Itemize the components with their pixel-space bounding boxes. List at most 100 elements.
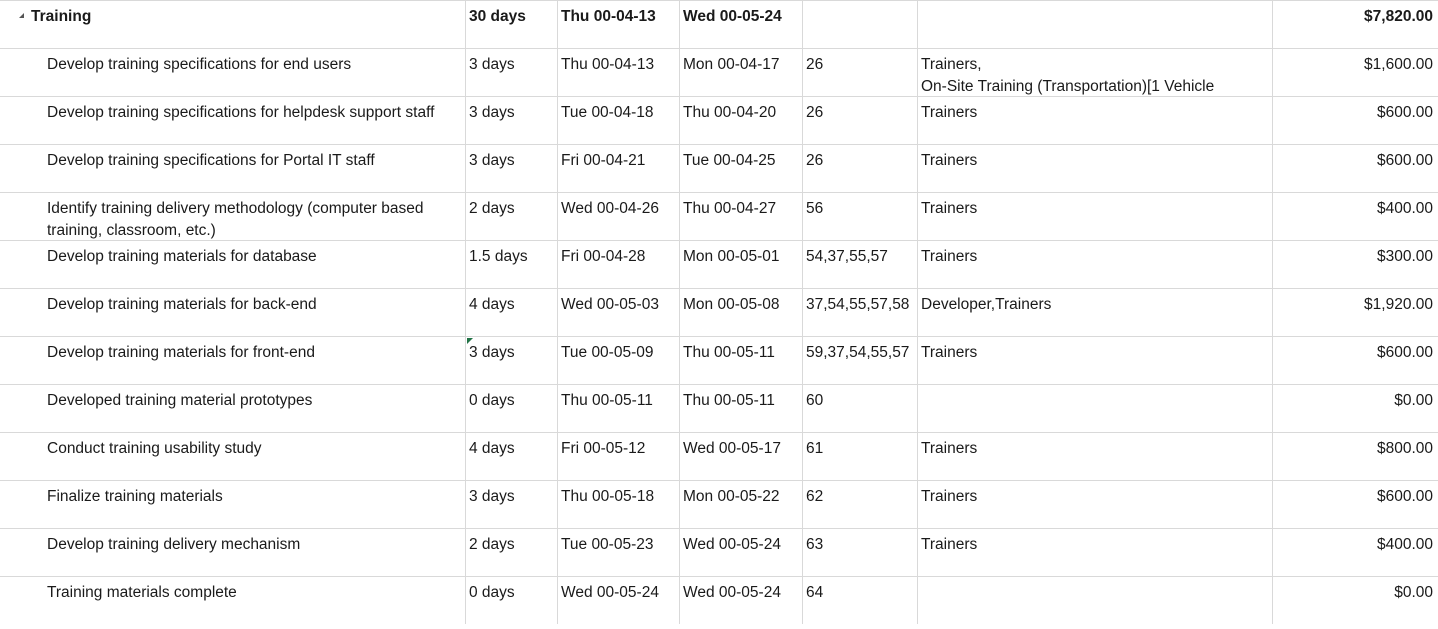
finish-cell[interactable]: Thu 00-04-20 bbox=[679, 97, 802, 144]
task-name-cell[interactable]: Develop training specifications for help… bbox=[0, 97, 465, 144]
finish-cell[interactable]: Wed 00-05-24 bbox=[679, 577, 802, 624]
resource-names-cell[interactable]: Trainers bbox=[917, 241, 1272, 288]
task-row[interactable]: Develop training materials for database 1… bbox=[0, 240, 1438, 288]
predecessors-cell[interactable]: 60 bbox=[802, 385, 917, 432]
cost-cell[interactable]: $800.00 bbox=[1272, 433, 1438, 480]
resource-names-cell[interactable]: Developer,Trainers bbox=[917, 289, 1272, 336]
predecessors-cell[interactable]: 26 bbox=[802, 97, 917, 144]
task-row[interactable]: Develop training materials for front-end… bbox=[0, 336, 1438, 384]
resource-names-cell[interactable]: Trainers bbox=[917, 97, 1272, 144]
task-row[interactable]: Develop training specifications for end … bbox=[0, 48, 1438, 96]
cost-cell[interactable]: $400.00 bbox=[1272, 193, 1438, 240]
task-row[interactable]: Developed training material prototypes 0 … bbox=[0, 384, 1438, 432]
predecessors-cell[interactable]: 54,37,55,57 bbox=[802, 241, 917, 288]
duration-cell[interactable]: 4 days bbox=[465, 433, 557, 480]
start-cell[interactable]: Thu 00-04-13 bbox=[557, 1, 679, 48]
task-name-cell[interactable]: Develop training delivery mechanism bbox=[0, 529, 465, 576]
start-cell[interactable]: Wed 00-04-26 bbox=[557, 193, 679, 240]
start-cell[interactable]: Tue 00-05-23 bbox=[557, 529, 679, 576]
resource-names-cell[interactable] bbox=[917, 1, 1272, 48]
duration-cell[interactable]: 3 days bbox=[465, 337, 557, 384]
duration-cell[interactable]: 0 days bbox=[465, 385, 557, 432]
predecessors-cell[interactable]: 59,37,54,55,57 bbox=[802, 337, 917, 384]
duration-cell[interactable]: 3 days bbox=[465, 97, 557, 144]
predecessors-cell[interactable]: 37,54,55,57,58 bbox=[802, 289, 917, 336]
resource-names-cell[interactable] bbox=[917, 577, 1272, 624]
finish-cell[interactable]: Wed 00-05-24 bbox=[679, 1, 802, 48]
task-name-cell[interactable]: Training materials complete bbox=[0, 577, 465, 624]
finish-cell[interactable]: Mon 00-05-01 bbox=[679, 241, 802, 288]
start-cell[interactable]: Thu 00-04-13 bbox=[557, 49, 679, 96]
collapse-triangle-icon[interactable] bbox=[19, 13, 24, 18]
start-cell[interactable]: Wed 00-05-03 bbox=[557, 289, 679, 336]
resource-names-cell[interactable]: Trainers bbox=[917, 193, 1272, 240]
predecessors-cell[interactable]: 62 bbox=[802, 481, 917, 528]
finish-cell[interactable]: Mon 00-05-08 bbox=[679, 289, 802, 336]
duration-cell[interactable]: 2 days bbox=[465, 193, 557, 240]
predecessors-cell[interactable]: 64 bbox=[802, 577, 917, 624]
task-name-cell[interactable]: Developed training material prototypes bbox=[0, 385, 465, 432]
start-cell[interactable]: Wed 00-05-24 bbox=[557, 577, 679, 624]
start-cell[interactable]: Fri 00-04-21 bbox=[557, 145, 679, 192]
cost-cell[interactable]: $0.00 bbox=[1272, 577, 1438, 624]
start-cell[interactable]: Tue 00-05-09 bbox=[557, 337, 679, 384]
task-name-cell[interactable]: Develop training materials for back-end bbox=[0, 289, 465, 336]
resource-names-cell[interactable]: Trainers bbox=[917, 337, 1272, 384]
finish-cell[interactable]: Thu 00-04-27 bbox=[679, 193, 802, 240]
task-row[interactable]: Conduct training usability study 4 days Fr… bbox=[0, 432, 1438, 480]
predecessors-cell[interactable]: 63 bbox=[802, 529, 917, 576]
predecessors-cell[interactable]: 61 bbox=[802, 433, 917, 480]
predecessors-cell[interactable]: 26 bbox=[802, 145, 917, 192]
task-row[interactable]: Identify training delivery methodology (… bbox=[0, 192, 1438, 240]
task-row[interactable]: Develop training specifications for help… bbox=[0, 96, 1438, 144]
predecessors-cell[interactable]: 56 bbox=[802, 193, 917, 240]
duration-cell[interactable]: 3 days bbox=[465, 145, 557, 192]
cost-cell[interactable]: $7,820.00 bbox=[1272, 1, 1438, 48]
task-row[interactable]: Develop training materials for back-end 4… bbox=[0, 288, 1438, 336]
resource-names-cell[interactable] bbox=[917, 385, 1272, 432]
cost-cell[interactable]: $600.00 bbox=[1272, 97, 1438, 144]
duration-cell[interactable]: 0 days bbox=[465, 577, 557, 624]
finish-cell[interactable]: Mon 00-04-17 bbox=[679, 49, 802, 96]
start-cell[interactable]: Fri 00-04-28 bbox=[557, 241, 679, 288]
finish-cell[interactable]: Thu 00-05-11 bbox=[679, 337, 802, 384]
cost-cell[interactable]: $0.00 bbox=[1272, 385, 1438, 432]
cost-cell[interactable]: $600.00 bbox=[1272, 337, 1438, 384]
task-name-cell[interactable]: Develop training specifications for Port… bbox=[0, 145, 465, 192]
resource-names-cell[interactable]: Trainers bbox=[917, 433, 1272, 480]
task-name-cell[interactable]: Develop training specifications for end … bbox=[0, 49, 465, 96]
duration-cell[interactable]: 3 days bbox=[465, 481, 557, 528]
task-name-cell[interactable]: Training bbox=[0, 1, 465, 48]
finish-cell[interactable]: Thu 00-05-11 bbox=[679, 385, 802, 432]
cost-cell[interactable]: $600.00 bbox=[1272, 145, 1438, 192]
duration-cell[interactable]: 3 days bbox=[465, 49, 557, 96]
finish-cell[interactable]: Wed 00-05-24 bbox=[679, 529, 802, 576]
duration-cell[interactable]: 1.5 days bbox=[465, 241, 557, 288]
task-name-cell[interactable]: Develop training materials for database bbox=[0, 241, 465, 288]
resource-names-cell[interactable]: Trainers bbox=[917, 145, 1272, 192]
predecessors-cell[interactable]: 26 bbox=[802, 49, 917, 96]
task-name-cell[interactable]: Identify training delivery methodology (… bbox=[0, 193, 465, 240]
finish-cell[interactable]: Tue 00-04-25 bbox=[679, 145, 802, 192]
cost-cell[interactable]: $300.00 bbox=[1272, 241, 1438, 288]
summary-row-training[interactable]: Training 30 days Thu 00-04-13 Wed 00-05-… bbox=[0, 0, 1438, 48]
predecessors-cell[interactable] bbox=[802, 1, 917, 48]
start-cell[interactable]: Thu 00-05-18 bbox=[557, 481, 679, 528]
task-name-cell[interactable]: Conduct training usability study bbox=[0, 433, 465, 480]
duration-cell[interactable]: 4 days bbox=[465, 289, 557, 336]
resource-names-cell[interactable]: Trainers bbox=[917, 529, 1272, 576]
task-row[interactable]: Training materials complete 0 days Wed 00-… bbox=[0, 576, 1438, 624]
task-row[interactable]: Develop training delivery mechanism 2 day… bbox=[0, 528, 1438, 576]
cost-cell[interactable]: $1,600.00 bbox=[1272, 49, 1438, 96]
resource-names-cell[interactable]: Trainers, On-Site Training (Transportatio… bbox=[917, 49, 1272, 96]
duration-cell[interactable]: 2 days bbox=[465, 529, 557, 576]
finish-cell[interactable]: Wed 00-05-17 bbox=[679, 433, 802, 480]
resource-names-cell[interactable]: Trainers bbox=[917, 481, 1272, 528]
finish-cell[interactable]: Mon 00-05-22 bbox=[679, 481, 802, 528]
duration-cell[interactable]: 30 days bbox=[465, 1, 557, 48]
cost-cell[interactable]: $400.00 bbox=[1272, 529, 1438, 576]
task-row[interactable]: Develop training specifications for Port… bbox=[0, 144, 1438, 192]
task-name-cell[interactable]: Develop training materials for front-end bbox=[0, 337, 465, 384]
cost-cell[interactable]: $600.00 bbox=[1272, 481, 1438, 528]
task-name-cell[interactable]: Finalize training materials bbox=[0, 481, 465, 528]
